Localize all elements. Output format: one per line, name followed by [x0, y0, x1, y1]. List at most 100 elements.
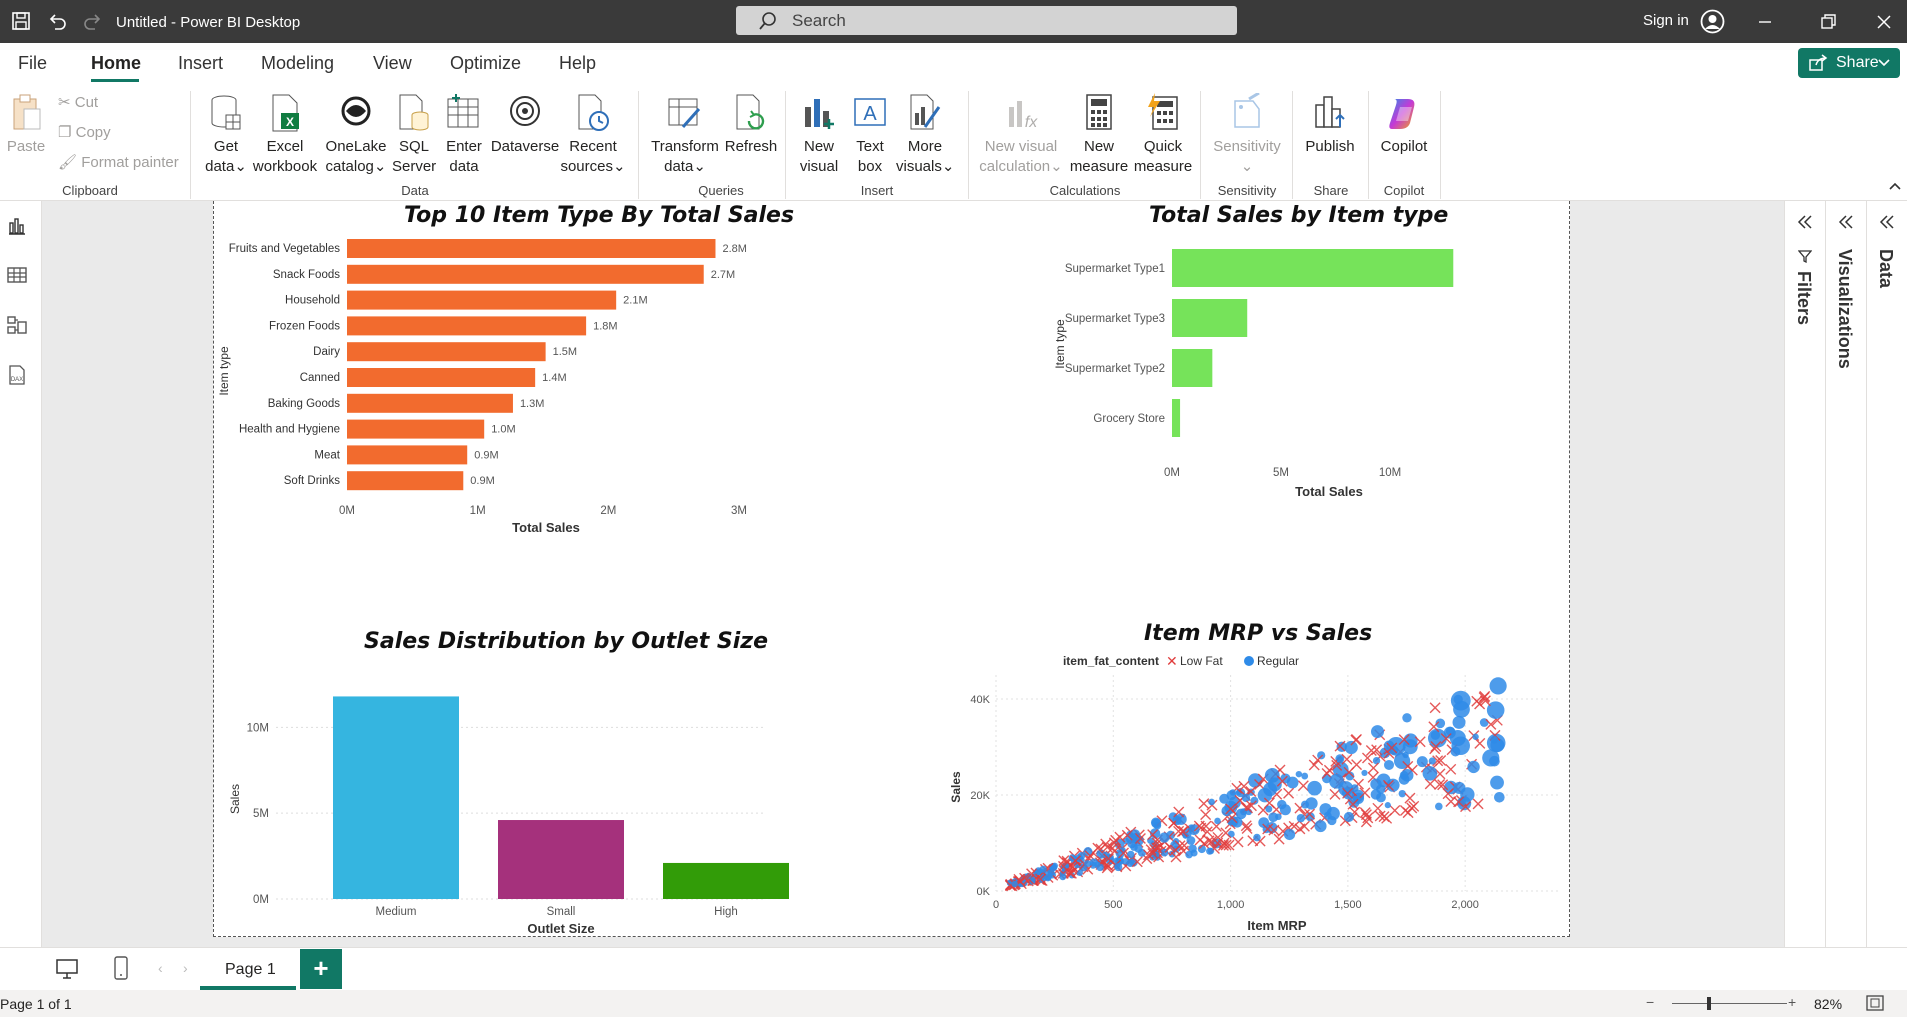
scatter-point-regular — [1343, 811, 1355, 823]
report-view-icon[interactable] — [6, 215, 28, 237]
new-visual-calculation-button[interactable]: fx New visual calculation⌄ — [976, 93, 1066, 177]
chart3-outlet-size-distribution[interactable]: 0M 5M 10M Medium Small High Outlet Size Sales — [214, 659, 794, 935]
sign-in-link[interactable]: Sign in — [1643, 12, 1689, 29]
copy-icon: ❐ — [58, 124, 76, 141]
paste-button[interactable]: Paste — [4, 93, 48, 157]
scatter-point-low-fat — [1445, 763, 1457, 775]
tab-insert[interactable]: Insert — [178, 53, 223, 74]
zoom-slider[interactable] — [1672, 1003, 1787, 1004]
onelake-catalog-button[interactable]: OneLake catalog⌄ — [322, 93, 390, 177]
tab-view[interactable]: View — [373, 53, 412, 74]
zoom-out-icon[interactable]: − — [1646, 994, 1654, 1010]
category-label: Frozen Foods — [269, 320, 340, 332]
recent-sources-button[interactable]: Recent sources⌄ — [560, 93, 626, 177]
tab-help[interactable]: Help — [559, 53, 596, 74]
sql-server-icon — [399, 94, 429, 131]
scatter-point-regular — [1130, 843, 1138, 851]
transform-label-1: Transform — [651, 138, 719, 155]
page-tab[interactable]: Page 1 — [200, 948, 296, 990]
bar — [347, 471, 464, 491]
redo-icon[interactable] — [82, 10, 104, 32]
dataverse-button[interactable]: Dataverse — [490, 93, 560, 157]
share-button[interactable]: Share — [1798, 48, 1900, 78]
account-avatar-icon[interactable] — [1700, 9, 1725, 34]
category-label: Household — [285, 295, 340, 307]
minimize-icon[interactable] — [1755, 12, 1775, 32]
sql-server-button[interactable]: SQL Server — [392, 93, 436, 177]
search-input[interactable]: Search — [736, 6, 1237, 35]
sensitivity-button[interactable]: Sensitivity ⌄ — [1206, 93, 1288, 177]
scatter-point-low-fat — [1429, 702, 1441, 714]
excel-workbook-button[interactable]: X Excel workbook — [252, 93, 318, 177]
quick-measure-button[interactable]: Quick measure — [1130, 93, 1196, 177]
data-label: 1.5M — [553, 346, 577, 358]
close-icon[interactable] — [1874, 12, 1894, 32]
chart2-sales-by-outlet-type[interactable]: Supermarket Type1 Supermarket Type3 Superm… — [964, 229, 1554, 529]
new-measure-button[interactable]: New measure — [1066, 93, 1132, 177]
cut-button[interactable]: ✂ Cut — [58, 93, 98, 111]
publish-icon — [1315, 96, 1345, 128]
get-data-button[interactable]: Get data⌄ — [198, 93, 254, 177]
zoom-in-icon[interactable]: + — [1788, 994, 1796, 1010]
data-pane[interactable]: Data — [1866, 201, 1907, 947]
chart1-top-item-types[interactable]: Fruits and Vegetables 2.8M Snack Foods 2.7M… — [214, 229, 774, 543]
scatter-point-low-fat — [1389, 804, 1401, 816]
tab-modeling[interactable]: Modeling — [261, 53, 334, 74]
bar — [347, 445, 468, 465]
table-view-icon[interactable] — [6, 264, 28, 286]
tab-home[interactable]: Home — [91, 53, 141, 74]
collapse-filters-icon[interactable] — [1797, 215, 1813, 229]
tab-optimize[interactable]: Optimize — [450, 53, 521, 74]
dax-query-view-icon[interactable]: DAX — [6, 364, 28, 386]
zoom-slider-thumb[interactable] — [1707, 997, 1711, 1010]
scatter-point-regular — [1295, 770, 1303, 778]
collapse-visualizations-icon[interactable] — [1838, 215, 1854, 229]
more-visuals-button[interactable]: More visuals⌄ — [896, 93, 954, 177]
scroll-left-icon[interactable]: ‹ — [158, 960, 163, 976]
publish-button[interactable]: Publish — [1298, 93, 1362, 157]
category-label: Supermarket Type2 — [1065, 363, 1165, 375]
copy-button[interactable]: ❐ Copy — [58, 123, 111, 141]
text-box-button[interactable]: A Text box — [846, 93, 894, 177]
fit-to-page-icon[interactable] — [1866, 995, 1884, 1011]
desktop-layout-icon[interactable] — [55, 958, 79, 980]
scatter-point-regular — [1383, 759, 1394, 770]
category-label: Fruits and Vegetables — [229, 243, 340, 255]
onelake-label-1: OneLake — [325, 138, 387, 155]
new-visual-button[interactable]: New visual — [794, 93, 844, 177]
category-label: Small — [547, 906, 576, 918]
scatter-point-regular — [1219, 793, 1230, 804]
y-tick-label: 0K — [977, 886, 991, 898]
mobile-layout-icon[interactable] — [113, 956, 129, 980]
visualizations-pane[interactable]: Visualizations — [1825, 201, 1866, 947]
scatter-point-regular — [1307, 780, 1322, 796]
chart4-mrp-vs-sales[interactable]: item_fat_content ✕ Low Fat Regular 0K 20K 40K 0… — [934, 647, 1564, 935]
collapse-ribbon-icon[interactable] — [1888, 181, 1902, 191]
undo-icon[interactable] — [46, 10, 68, 32]
copilot-button[interactable]: Copilot — [1372, 93, 1436, 157]
tab-file[interactable]: File — [18, 53, 47, 74]
visualizations-label: Visualizations — [1835, 249, 1855, 369]
scroll-right-icon[interactable]: › — [183, 960, 188, 976]
report-page[interactable]: Top 10 Item Type By Total Sales Fruits a… — [213, 201, 1570, 937]
transform-data-button[interactable]: Transform data⌄ — [648, 93, 722, 177]
save-icon[interactable] — [10, 10, 32, 32]
scatter-point-regular — [1489, 677, 1507, 695]
enter-data-button[interactable]: Enter data — [440, 93, 488, 177]
filters-pane[interactable]: Filters — [1784, 201, 1825, 947]
category-label: Health and Hygiene — [239, 424, 340, 436]
refresh-button[interactable]: Refresh — [720, 93, 782, 157]
format-painter-button[interactable]: 🖌 Format painter — [58, 153, 179, 171]
collapse-data-icon[interactable] — [1879, 215, 1895, 229]
restore-icon[interactable] — [1818, 12, 1838, 32]
data-label: 0.9M — [470, 475, 494, 487]
scatter-point-regular — [1229, 789, 1237, 796]
data-label: 2.8M — [722, 243, 746, 255]
filter-icon — [1798, 250, 1812, 263]
data-label: 2.7M — [711, 269, 735, 281]
y-tick-label: 5M — [253, 808, 269, 820]
x-tick-label: 2M — [600, 505, 616, 517]
bar — [347, 264, 704, 284]
add-page-button[interactable]: + — [300, 949, 342, 989]
model-view-icon[interactable] — [6, 314, 28, 336]
